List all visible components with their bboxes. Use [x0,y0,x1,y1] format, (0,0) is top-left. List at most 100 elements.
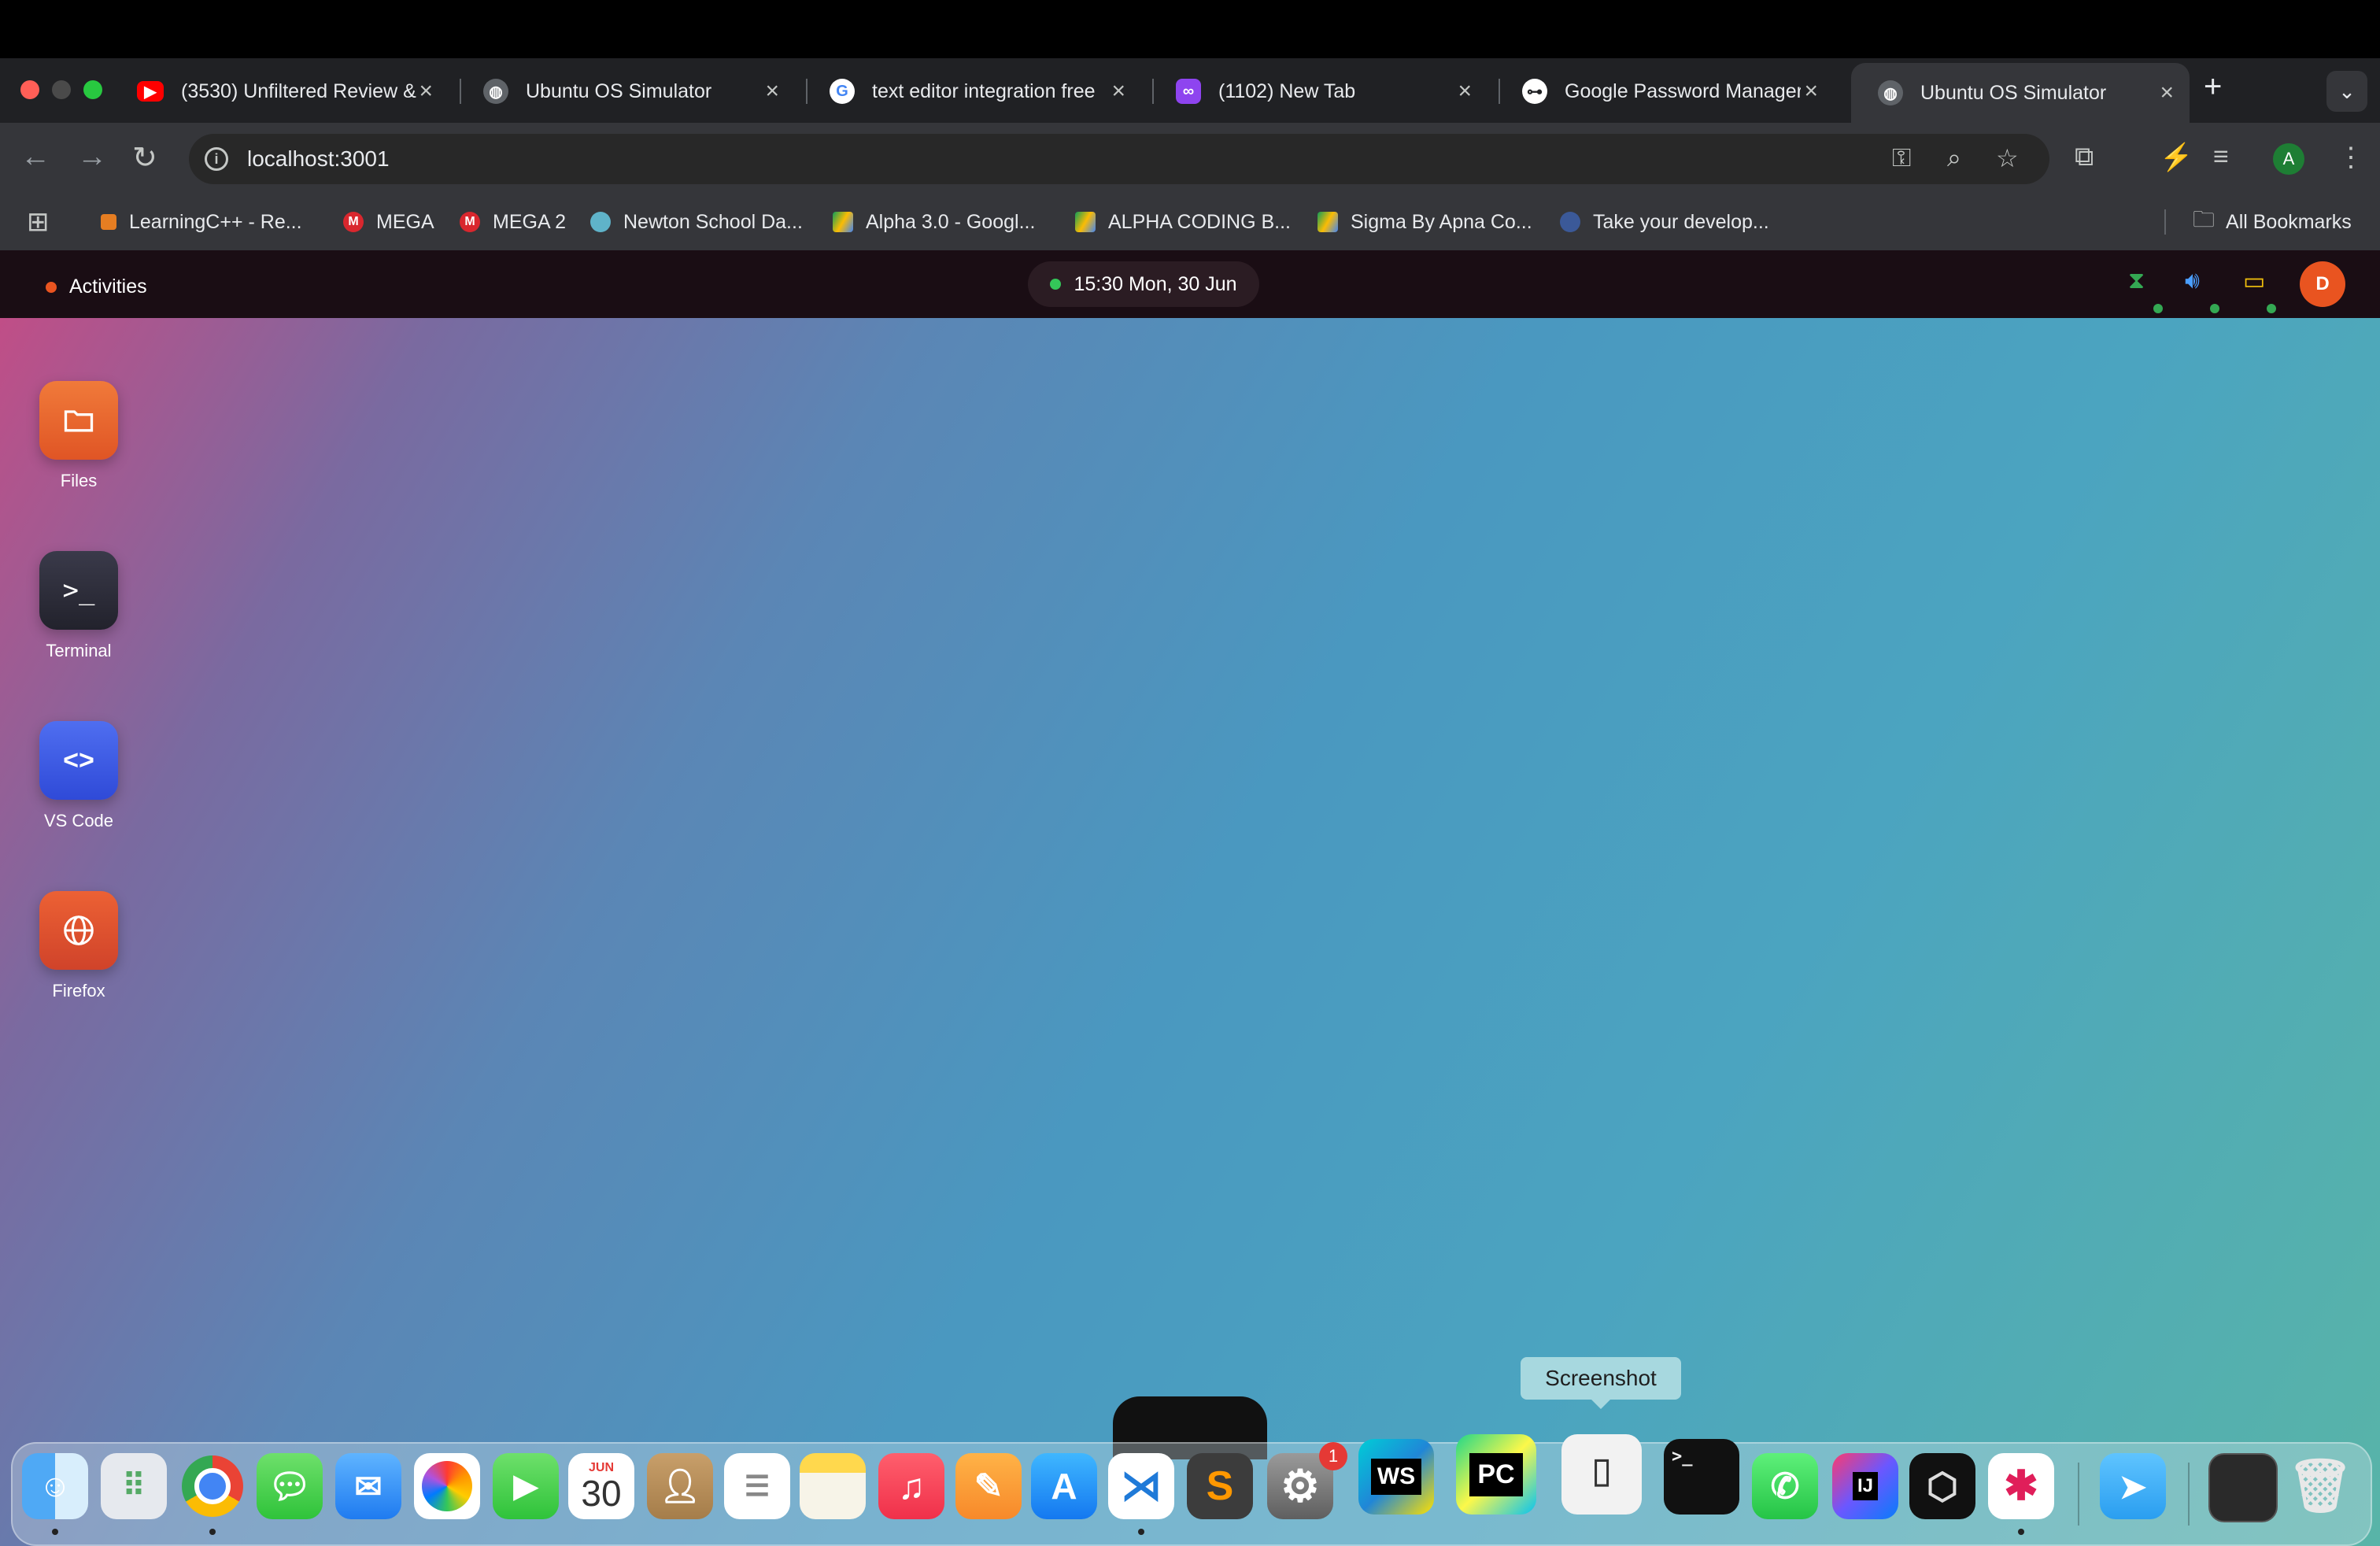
desktop-icon-vscode[interactable]: <> [39,721,118,800]
vscode-icon[interactable]: ⋊ [1108,1453,1174,1519]
calendar-icon[interactable]: JUN 30 [568,1453,634,1519]
intellij-icon[interactable]: IJ [1832,1453,1898,1519]
bookmark-item[interactable]: Alpha 3.0 - Googl... [833,206,1035,238]
dock-separator [2188,1463,2190,1526]
close-tab-icon[interactable]: × [419,78,433,105]
battery-icon[interactable]: ▭ [2243,268,2265,295]
back-button[interactable]: ← [20,140,50,174]
telegram-icon[interactable]: ➤ [2100,1453,2166,1519]
password-key-icon[interactable]: ⚿ [1892,143,1911,173]
bookmark-item[interactable]: M MEGA [343,206,434,238]
bookmark-item[interactable]: LearningC++ - Re... [101,206,302,238]
browser-tab[interactable]: ◍ Ubuntu OS Simulator × [456,66,795,117]
close-tab-icon[interactable]: × [765,78,779,105]
desktop-icon-terminal[interactable]: >_ [39,551,118,630]
browser-tab[interactable]: ⊶ Google Password Manager × [1495,66,1834,117]
close-tab-icon[interactable]: × [1111,78,1125,105]
user-avatar[interactable]: D [2300,261,2345,307]
mail-icon[interactable]: ✉ [335,1453,401,1519]
window-close-button[interactable] [20,80,39,99]
cursor-icon[interactable]: ⬡ [1909,1453,1975,1519]
chrome-icon[interactable] [179,1453,246,1519]
volume-icon[interactable]: 🔊︎ [2185,268,2200,294]
finder-icon[interactable]: ☺ [22,1453,88,1519]
bookmark-item[interactable]: M MEGA 2 [460,206,566,238]
close-tab-icon[interactable]: × [1804,78,1818,105]
drive-icon [1318,212,1338,232]
running-indicator [2018,1529,2024,1535]
browser-tab[interactable]: ∞ (1102) New Tab × [1149,66,1488,117]
desktop-icon-files[interactable] [39,381,118,460]
reminders-icon[interactable]: ☰ [724,1453,790,1519]
tab-search-button[interactable]: ⌄ [2326,71,2367,112]
webstorm-icon[interactable]: WS [1358,1439,1434,1515]
youtube-icon: ▶ [137,81,164,102]
sublime-text-icon[interactable]: S [1187,1453,1253,1519]
zoom-icon[interactable]: ⌕ [1947,143,1961,173]
drive-icon [833,212,853,232]
new-tab-button[interactable]: + [2204,69,2222,105]
browser-tab[interactable]: G text editor integration free × [803,66,1141,117]
window-zoom-button[interactable] [83,80,102,99]
performance-icon[interactable]: ⚡ [2160,142,2193,173]
bookmark-item[interactable]: ALPHA CODING B... [1075,206,1291,238]
all-bookmarks-folder[interactable]: 🗀 All Bookmarks [2193,206,2352,238]
network-status-dot [2153,304,2163,313]
app-icon: ∞ [1176,79,1201,104]
network-icon[interactable]: ⧗ [2128,268,2145,294]
calendar-day: 30 [581,1473,622,1514]
clock-widget[interactable]: 15:30 Mon, 30 Jun [1028,261,1259,307]
photos-icon[interactable] [414,1453,480,1519]
notification-badge: 1 [1319,1442,1347,1470]
music-icon[interactable]: ♫ [878,1453,944,1519]
launchpad-icon[interactable]: ⠿ [101,1453,167,1519]
recent-window-thumbnail[interactable] [2208,1453,2278,1522]
globe-icon: ◍ [483,79,508,104]
app-store-icon[interactable]: A [1031,1453,1097,1519]
desktop-icon-label: Firefox [52,981,105,1000]
drive-icon [1075,212,1096,232]
messages-icon[interactable]: 💬︎ [257,1453,323,1519]
contacts-icon[interactable]: 👤︎ [647,1453,713,1519]
forward-button[interactable]: → [77,140,107,174]
mega-icon: M [343,212,364,232]
address-bar-url[interactable]: localhost:3001 [247,146,390,172]
desktop-icon-label: Terminal [46,641,112,660]
running-indicator [1138,1529,1144,1535]
trash-icon[interactable]: 🗑︎ [2287,1453,2353,1519]
mega-icon: M [460,212,480,232]
notes-icon[interactable] [800,1453,866,1519]
close-tab-icon[interactable]: × [1458,78,1472,105]
address-bar[interactable]: i localhost:3001 [189,134,2049,184]
pages-icon[interactable]: ✎ [955,1453,1022,1519]
browser-tab[interactable]: ▶ (3530) Unfiltered Review & Roast × [110,66,449,117]
bookmark-star-icon[interactable]: ☆ [1996,143,2019,173]
activities-button[interactable]: Activities [46,276,147,298]
screenshot-icon[interactable]: ⌷ [1561,1434,1642,1515]
close-tab-icon[interactable]: × [2160,80,2174,106]
desktop-icon-firefox[interactable] [39,891,118,970]
media-controls-icon[interactable]: ≡ [2213,142,2229,172]
browser-tab-active[interactable]: ◍ Ubuntu OS Simulator × [1851,63,2190,123]
desktop-icon-label: VS Code [43,811,114,830]
password-icon: ⊶ [1522,79,1547,104]
site-info-icon[interactable]: i [205,147,228,171]
whatsapp-icon[interactable]: ✆ [1752,1453,1818,1519]
bookmark-favicon [101,214,116,230]
profile-avatar[interactable]: A [2273,143,2304,175]
apps-grid-icon[interactable]: ⊞ [27,206,50,238]
folder-icon [64,410,94,432]
more-menu-icon[interactable]: ⋮ [2338,142,2364,173]
terminal-dock-icon[interactable]: >_ [1664,1439,1739,1515]
slack-icon[interactable]: ✱ [1988,1453,2054,1519]
facetime-icon[interactable]: ▶ [493,1453,559,1519]
window-minimize-button[interactable] [52,80,71,99]
reload-button[interactable]: ↻ [132,140,157,176]
pycharm-icon[interactable]: PC [1456,1434,1536,1515]
bookmark-item[interactable]: Newton School Da... [590,206,803,238]
bookmark-item[interactable]: Take your develop... [1560,206,1769,238]
running-indicator [52,1529,58,1535]
volume-status-dot [2210,304,2219,313]
bookmark-item[interactable]: Sigma By Apna Co... [1318,206,1532,238]
extensions-icon[interactable]: ⧉ [2075,142,2094,172]
